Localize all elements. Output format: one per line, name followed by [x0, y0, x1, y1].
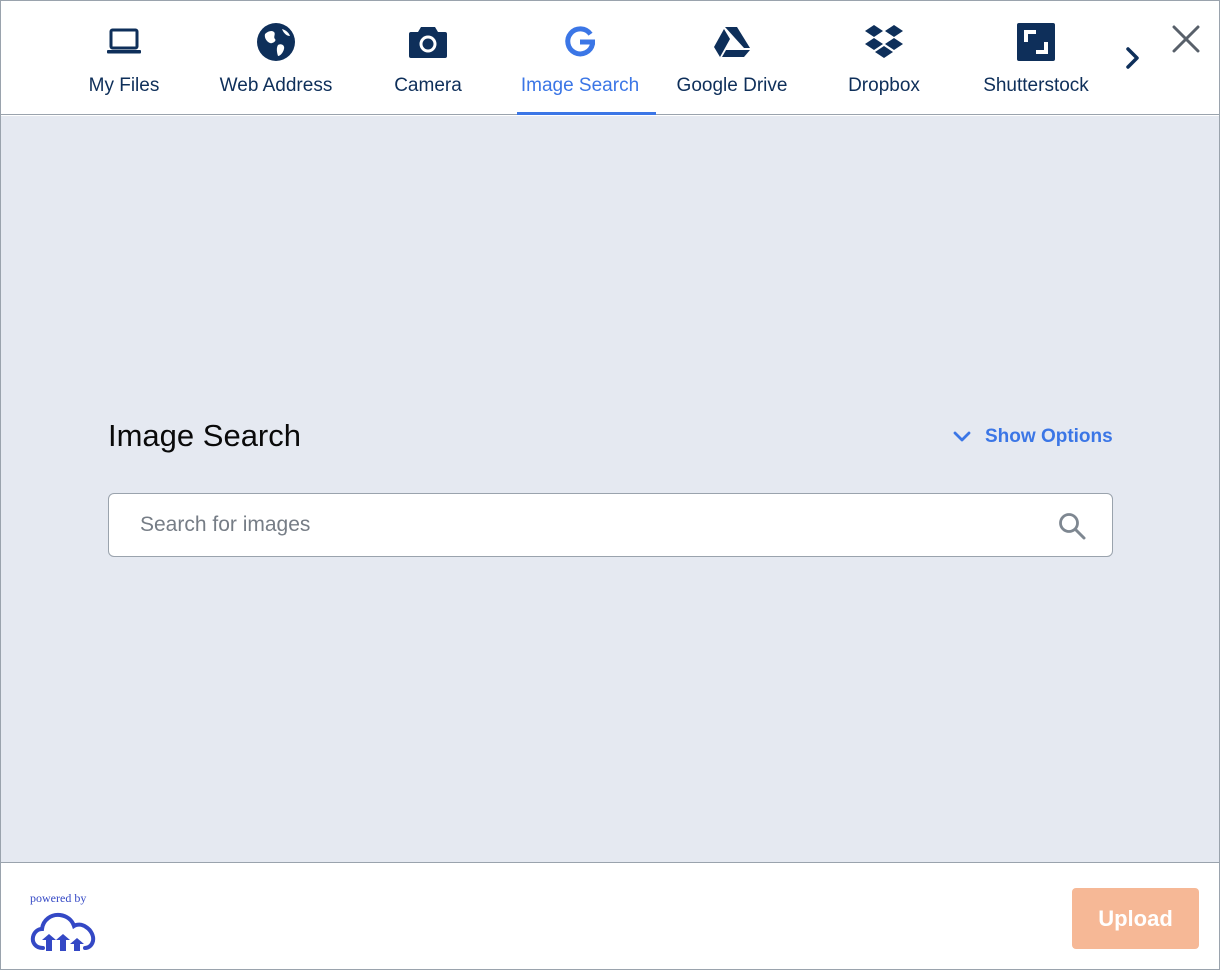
tab-label: Shutterstock [983, 75, 1089, 96]
search-icon[interactable] [1057, 511, 1087, 541]
powered-by-text: powered by [30, 891, 87, 905]
camera-icon [352, 21, 504, 63]
close-button[interactable] [1164, 17, 1208, 61]
close-icon [1172, 25, 1200, 53]
tab-label: Dropbox [848, 75, 920, 96]
show-options-toggle[interactable]: Show Options [951, 424, 1113, 450]
cloudinary-logo-icon [30, 912, 96, 951]
tab-camera[interactable]: Camera [352, 1, 504, 115]
tab-web-address[interactable]: Web Address [200, 1, 352, 115]
tab-label: Image Search [520, 75, 640, 96]
image-search-panel: Image Search Show Options [1, 116, 1219, 862]
search-input[interactable] [109, 494, 1039, 556]
globe-icon [200, 21, 352, 63]
tab-google-drive[interactable]: Google Drive [656, 1, 808, 115]
chevron-down-icon [953, 431, 971, 442]
tab-image-search[interactable]: Image Search [504, 1, 656, 115]
laptop-icon [48, 21, 200, 63]
tab-label: Google Drive [676, 75, 788, 96]
tab-label: Web Address [219, 75, 333, 96]
google-icon [504, 21, 656, 63]
tab-my-files[interactable]: My Files [48, 1, 200, 115]
tab-dropbox[interactable]: Dropbox [808, 1, 960, 115]
source-tabs-bar: My Files Web Address Camera Image Search… [1, 1, 1219, 115]
upload-widget: My Files Web Address Camera Image Search… [0, 0, 1220, 970]
google-drive-icon [656, 21, 808, 63]
dropbox-icon [808, 21, 960, 63]
show-options-label: Show Options [985, 426, 1113, 447]
tab-label: My Files [88, 75, 160, 96]
search-field [108, 493, 1113, 557]
footer: powered by Upload [1, 862, 1219, 969]
upload-button[interactable]: Upload [1072, 888, 1199, 949]
tab-shutterstock[interactable]: Shutterstock [960, 1, 1112, 115]
tab-label: Camera [394, 75, 462, 96]
active-tab-indicator [517, 112, 656, 115]
page-title: Image Search [108, 418, 301, 453]
tabs-next-button[interactable] [1118, 39, 1148, 77]
chevron-right-icon [1126, 47, 1139, 69]
shutterstock-icon [960, 21, 1112, 63]
